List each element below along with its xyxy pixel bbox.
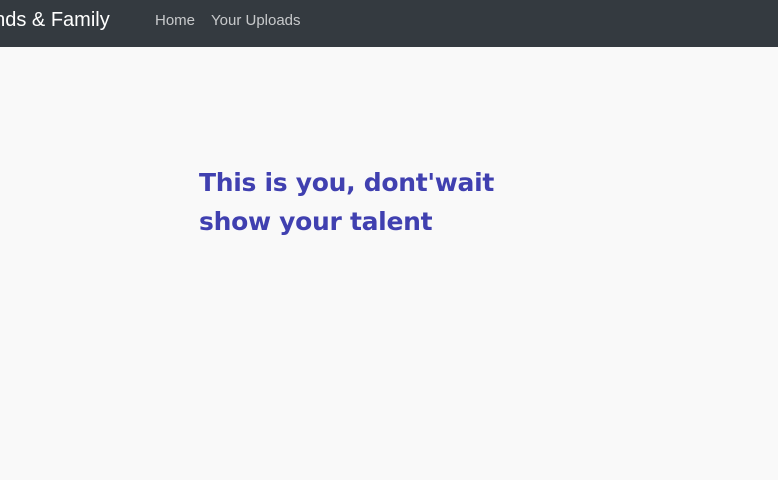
navbar-brand[interactable]: ends & Family xyxy=(0,0,110,41)
nav-links: Home Your Uploads xyxy=(155,0,317,40)
main-content: This is you, dont'wait show your talent xyxy=(0,47,778,480)
nav-link-your-uploads[interactable]: Your Uploads xyxy=(211,12,301,29)
nav-link-home[interactable]: Home xyxy=(155,12,195,29)
hero-tagline: This is you, dont'wait show your talent xyxy=(199,163,494,241)
top-navbar: ends & Family Home Your Uploads xyxy=(0,0,778,47)
hero-tagline-line-1: This is you, dont'wait xyxy=(199,168,494,197)
hero-tagline-line-2: show your talent xyxy=(199,207,433,236)
